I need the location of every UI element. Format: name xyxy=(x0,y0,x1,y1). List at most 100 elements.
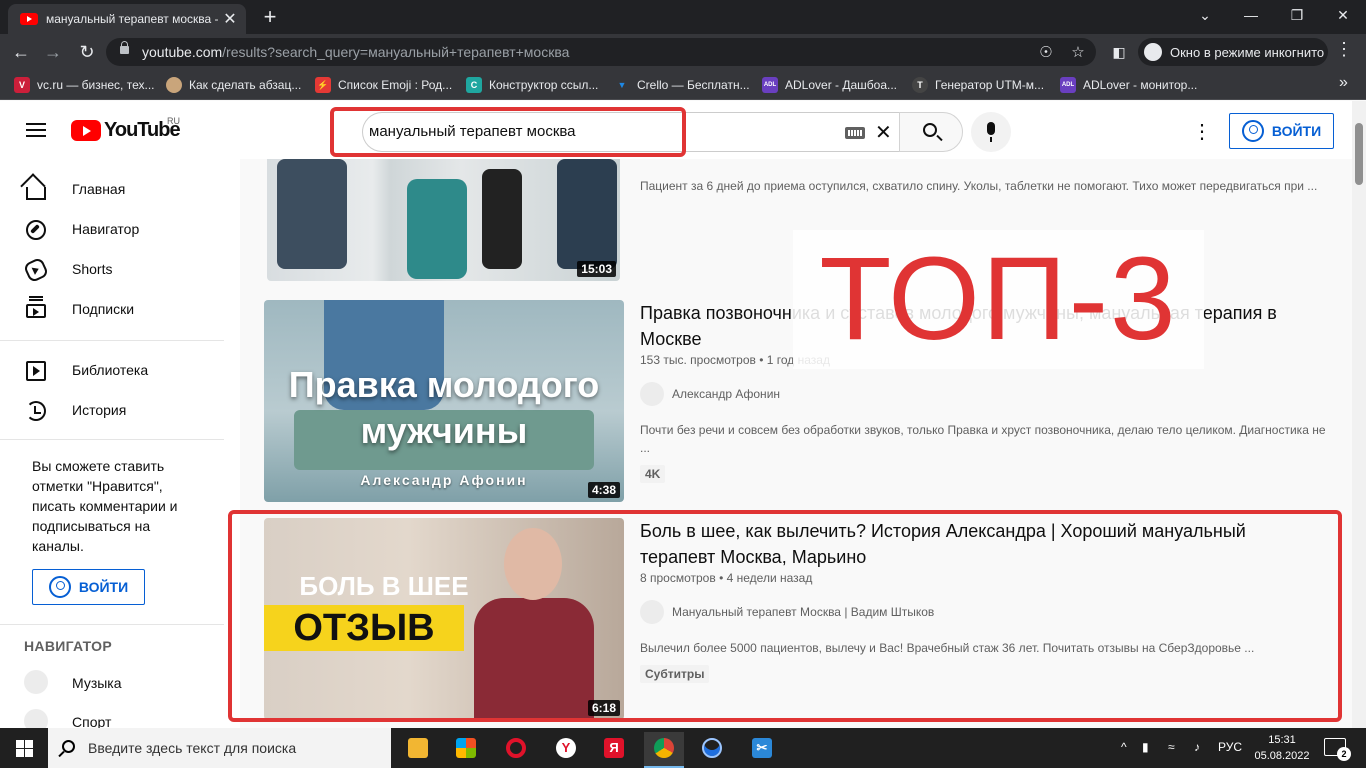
system-clock[interactable]: 15:31 05.08.2022 xyxy=(1254,732,1310,764)
sidebar-item-history[interactable]: История xyxy=(0,391,240,431)
yandex-app[interactable]: Я xyxy=(594,732,634,768)
browser-menu-icon[interactable]: ⋮ xyxy=(1334,39,1354,60)
video-description: Почти без речи и совсем без обработки зв… xyxy=(640,423,1326,455)
bolt-favicon-icon: ⚡ xyxy=(315,77,331,93)
snipping-tool-app[interactable]: ✂ xyxy=(742,732,782,768)
user-circle-icon xyxy=(1241,120,1264,142)
browser-tab-youtube[interactable]: мануальный терапевт москва - YouTube ✕ xyxy=(8,4,246,34)
library-icon xyxy=(26,361,46,381)
app-launcher[interactable] xyxy=(692,732,732,768)
notifications-icon[interactable]: 2 xyxy=(1324,738,1351,761)
video-thumbnail[interactable]: 15:03 xyxy=(267,159,620,281)
microphone-icon xyxy=(987,122,995,142)
top3-overlay-text: ТОП-3 xyxy=(819,233,1178,365)
taskbar-search-placeholder: Введите здесь текст для поиска xyxy=(88,740,297,756)
voice-search-button[interactable] xyxy=(971,112,1011,152)
keyboard-icon[interactable] xyxy=(845,127,865,139)
video-thumbnail[interactable]: Правка молодого мужчины Александр Афонин… xyxy=(264,300,624,502)
store-app[interactable] xyxy=(446,732,486,768)
opera-app[interactable] xyxy=(496,732,536,768)
bookmark-item[interactable]: Vvc.ru — бизнес, тех... xyxy=(14,76,155,94)
vc-favicon-icon: V xyxy=(14,77,30,93)
bookmark-item[interactable]: C Конструктор ссыл... xyxy=(466,76,598,94)
wifi-icon[interactable]: ≈ xyxy=(1168,740,1175,754)
sidebar-item-label: Библиотека xyxy=(72,362,149,378)
battery-icon[interactable]: ▮ xyxy=(1142,740,1149,754)
adlover-favicon-icon: ADL xyxy=(1060,77,1076,93)
sidebar-item-library[interactable]: Библиотека xyxy=(0,351,240,391)
tray-overflow-icon[interactable]: ^ xyxy=(1121,740,1127,754)
thumbnail-title: Правка молодого мужчины xyxy=(288,364,600,451)
side-panel-icon[interactable]: ◧ xyxy=(1106,39,1132,65)
sidebar: Главная Навигатор Shorts Подписки Библио… xyxy=(0,159,240,733)
video-channel[interactable]: Александр Афонин xyxy=(640,382,780,406)
windows-start-icon[interactable] xyxy=(16,740,33,757)
minimize-button[interactable]: — xyxy=(1228,0,1274,30)
yandex-browser-app[interactable]: Y xyxy=(546,732,586,768)
youtube-play-icon xyxy=(71,120,101,141)
sidebar-divider xyxy=(0,624,224,625)
scrollbar-thumb[interactable] xyxy=(1355,123,1363,185)
eye-off-icon[interactable]: ☉ xyxy=(1036,43,1056,61)
back-arrow-icon[interactable]: ← xyxy=(8,39,34,65)
browser-toolbar: ← → ↻ youtube.com/results?search_query=м… xyxy=(0,34,1366,70)
hamburger-menu-icon[interactable] xyxy=(26,123,46,137)
tab-close-icon[interactable]: ✕ xyxy=(222,9,238,29)
folder-icon xyxy=(408,738,428,758)
logo-country-code: RU xyxy=(167,116,180,126)
crello-favicon-icon: ▼ xyxy=(617,80,627,90)
sidebar-item-shorts[interactable]: Shorts xyxy=(0,250,240,290)
sidebar-item-subscriptions[interactable]: Подписки xyxy=(0,290,240,330)
sidebar-item-label: Музыка xyxy=(72,675,122,691)
app-icon xyxy=(702,738,722,758)
video-duration: 15:03 xyxy=(577,261,616,277)
bookmark-item[interactable]: T Генератор UTM-м... xyxy=(912,76,1044,94)
yandex-icon: Я xyxy=(604,738,624,758)
scissors-icon: ✂ xyxy=(752,738,772,758)
history-icon xyxy=(26,401,46,421)
adlover-favicon-icon: ADL xyxy=(762,77,778,93)
sidebar-item-label: Навигатор xyxy=(72,221,140,237)
sidebar-item-music[interactable]: Музыка xyxy=(0,662,240,702)
search-highlight-annotation xyxy=(330,107,686,157)
store-icon xyxy=(456,738,476,758)
opera-icon xyxy=(506,738,526,758)
reload-icon[interactable]: ↻ xyxy=(74,39,100,65)
page-scrollbar[interactable] xyxy=(1352,101,1366,728)
sidebar-sign-in-button[interactable]: ВОЙТИ xyxy=(32,569,145,605)
clear-search-icon[interactable]: ✕ xyxy=(875,120,892,145)
file-explorer-app[interactable] xyxy=(398,732,438,768)
sidebar-item-home[interactable]: Главная xyxy=(0,170,240,210)
chrome-app[interactable] xyxy=(644,732,684,768)
youtube-logo[interactable]: YouTube RU xyxy=(71,116,181,142)
address-bar[interactable]: youtube.com/results?search_query=мануаль… xyxy=(106,38,1096,66)
new-tab-button[interactable]: + xyxy=(258,4,282,30)
bookmark-item[interactable]: Как сделать абзац... xyxy=(166,76,301,94)
restore-button[interactable]: ❐ xyxy=(1274,0,1320,30)
forward-arrow-icon[interactable]: → xyxy=(40,39,66,65)
settings-dots-icon[interactable]: ⋮ xyxy=(1192,119,1212,144)
browser-tabstrip: мануальный терапевт москва - YouTube ✕ +… xyxy=(0,0,1366,34)
bookmark-item[interactable]: ADL ADLover - монитор... xyxy=(1060,76,1197,94)
bookmarks-overflow-icon[interactable]: » xyxy=(1339,74,1348,92)
bookmark-item[interactable]: ADL ADLover - Дашбоа... xyxy=(762,76,897,94)
sign-in-button[interactable]: ВОЙТИ xyxy=(1229,113,1334,149)
shorts-icon xyxy=(22,256,50,284)
avatar-favicon-icon xyxy=(166,77,182,93)
volume-icon[interactable]: ♪ xyxy=(1194,740,1200,754)
result-highlight-annotation xyxy=(228,510,1342,722)
input-language[interactable]: РУС xyxy=(1218,740,1242,754)
sidebar-item-label: Главная xyxy=(72,181,126,197)
sidebar-item-explore[interactable]: Навигатор xyxy=(0,210,240,250)
tab-search-icon[interactable]: ⌄ xyxy=(1182,0,1228,30)
url-text[interactable]: youtube.com/results?search_query=мануаль… xyxy=(142,44,569,60)
link-favicon-icon: C xyxy=(466,77,482,93)
bookmark-item[interactable]: ⚡ Список Emoji : Род... xyxy=(315,76,452,94)
search-button[interactable] xyxy=(899,112,963,152)
bookmark-star-icon[interactable]: ☆ xyxy=(1068,43,1088,61)
incognito-indicator[interactable]: Окно в режиме инкогнито xyxy=(1138,38,1328,66)
utm-favicon-icon: T xyxy=(912,77,928,93)
taskbar-search-input[interactable]: Введите здесь текст для поиска xyxy=(48,728,391,768)
bookmark-item[interactable]: ▼ Crello — Бесплатн... xyxy=(614,76,750,94)
window-close-button[interactable]: ✕ xyxy=(1320,0,1366,30)
